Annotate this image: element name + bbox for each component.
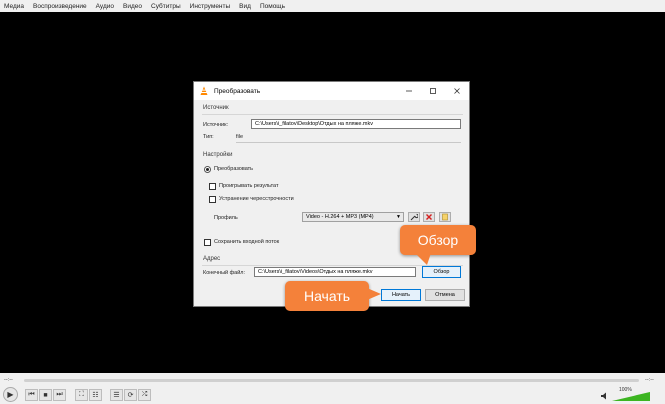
playlist-icon: ☰ — [113, 392, 120, 399]
cancel-button[interactable]: Отмена — [425, 289, 465, 301]
menu-help[interactable]: Помощь — [260, 3, 285, 10]
convert-dialog: Преобразовать Источник Источник: C:\User… — [193, 81, 470, 307]
minimize-icon — [406, 90, 412, 92]
play-button[interactable]: ▶ — [3, 387, 18, 402]
minimize-button[interactable] — [397, 82, 421, 100]
profile-label: Профиль — [214, 215, 238, 221]
start-callout-pointer — [367, 288, 381, 300]
next-icon: ⏭ — [56, 391, 63, 398]
close-icon — [454, 88, 460, 94]
source-group-label: Источник — [203, 105, 229, 111]
menu-view[interactable]: Вид — [239, 3, 251, 10]
previous-button[interactable]: ⏮ — [25, 389, 38, 401]
menu-tools[interactable]: Инструменты — [190, 3, 231, 10]
loop-button[interactable]: ⟳ — [124, 389, 137, 401]
loop-icon: ⟳ — [127, 392, 134, 399]
shuffle-icon: ⤮ — [141, 391, 148, 398]
extended-settings-button[interactable]: ☷ — [89, 389, 102, 401]
type-label: Тип: — [203, 134, 214, 140]
play-result-checkbox[interactable] — [209, 183, 216, 190]
browse-button[interactable]: Обзор — [422, 266, 461, 278]
source-divider — [202, 114, 463, 115]
menu-video[interactable]: Видео — [123, 3, 142, 10]
menu-media[interactable]: Медиа — [4, 3, 24, 10]
equalizer-icon: ☷ — [92, 392, 99, 399]
dialog-title: Преобразовать — [214, 87, 261, 95]
seek-bar[interactable] — [24, 379, 639, 382]
keep-stream-checkbox[interactable] — [204, 239, 211, 246]
menu-playback[interactable]: Воспроизведение — [33, 3, 87, 10]
menu-bar: Медиа Воспроизведение Аудио Видео Субтит… — [0, 0, 665, 12]
start-callout: Начать — [285, 281, 369, 311]
maximize-button[interactable] — [421, 82, 445, 100]
convert-label: Преобразовать — [214, 166, 254, 172]
vlc-cone-icon — [200, 86, 208, 95]
new-profile-button[interactable] — [439, 212, 451, 222]
play-icon: ▶ — [7, 390, 14, 399]
chevron-down-icon: ▼ — [396, 214, 401, 220]
speaker-icon[interactable] — [600, 391, 610, 401]
close-button[interactable] — [445, 82, 469, 100]
menu-audio[interactable]: Аудио — [96, 3, 114, 10]
deinterlace-label: Устранение чересстрочности — [219, 196, 294, 202]
type-value: file — [236, 134, 244, 140]
browse-callout: Обзор — [400, 225, 476, 255]
stop-icon: ■ — [43, 391, 48, 399]
dialog-titlebar: Преобразовать — [194, 82, 469, 100]
type-divider — [236, 142, 461, 143]
edit-profile-button[interactable] — [408, 212, 420, 222]
settings-group-label: Настройки — [203, 152, 233, 158]
source-path-field[interactable]: C:\Users\i_filatov\Desktop\Отдых на пляж… — [251, 119, 461, 129]
profile-select[interactable]: Video - H.264 + MP3 (MP4) ▼ — [302, 212, 404, 222]
previous-icon: ⏮ — [28, 391, 35, 398]
convert-radio[interactable] — [204, 166, 211, 173]
fullscreen-icon: ⛶ — [79, 391, 84, 398]
play-result-label: Проигрывать результат — [219, 183, 279, 189]
dest-file-label: Конечный файл: — [203, 270, 246, 276]
delete-profile-button[interactable] — [423, 212, 435, 222]
menu-subtitles[interactable]: Субтитры — [151, 3, 181, 10]
stop-button[interactable]: ■ — [39, 389, 52, 401]
new-profile-icon — [442, 213, 448, 221]
keep-stream-label: Сохранить входной поток — [214, 239, 280, 245]
browse-callout-pointer — [415, 253, 431, 265]
volume-slider[interactable] — [612, 392, 650, 401]
wrench-icon — [410, 213, 418, 221]
deinterlace-checkbox[interactable] — [209, 196, 216, 203]
maximize-icon — [430, 88, 436, 94]
source-label: Источник: — [203, 122, 229, 128]
elapsed-time: --:-- — [4, 377, 13, 383]
address-group-label: Адрес — [203, 256, 221, 262]
next-button[interactable]: ⏭ — [53, 389, 66, 401]
dest-file-field[interactable]: C:\Users\i_filatov\Videos\Отдых на пляже… — [254, 267, 416, 277]
shuffle-button[interactable]: ⤮ — [138, 389, 151, 401]
fullscreen-button[interactable]: ⛶ — [75, 389, 88, 401]
remaining-time: --:-- — [645, 377, 654, 383]
playlist-button[interactable]: ☰ — [110, 389, 123, 401]
profile-value: Video - H.264 + MP3 (MP4) — [306, 214, 374, 220]
start-button[interactable]: Начать — [381, 289, 421, 301]
delete-icon — [426, 214, 432, 220]
playback-controls: --:-- --:-- ▶ ⏮ ■ ⏭ ⛶ ☷ ☰ ⟳ ⤮ 100% — [0, 373, 665, 404]
